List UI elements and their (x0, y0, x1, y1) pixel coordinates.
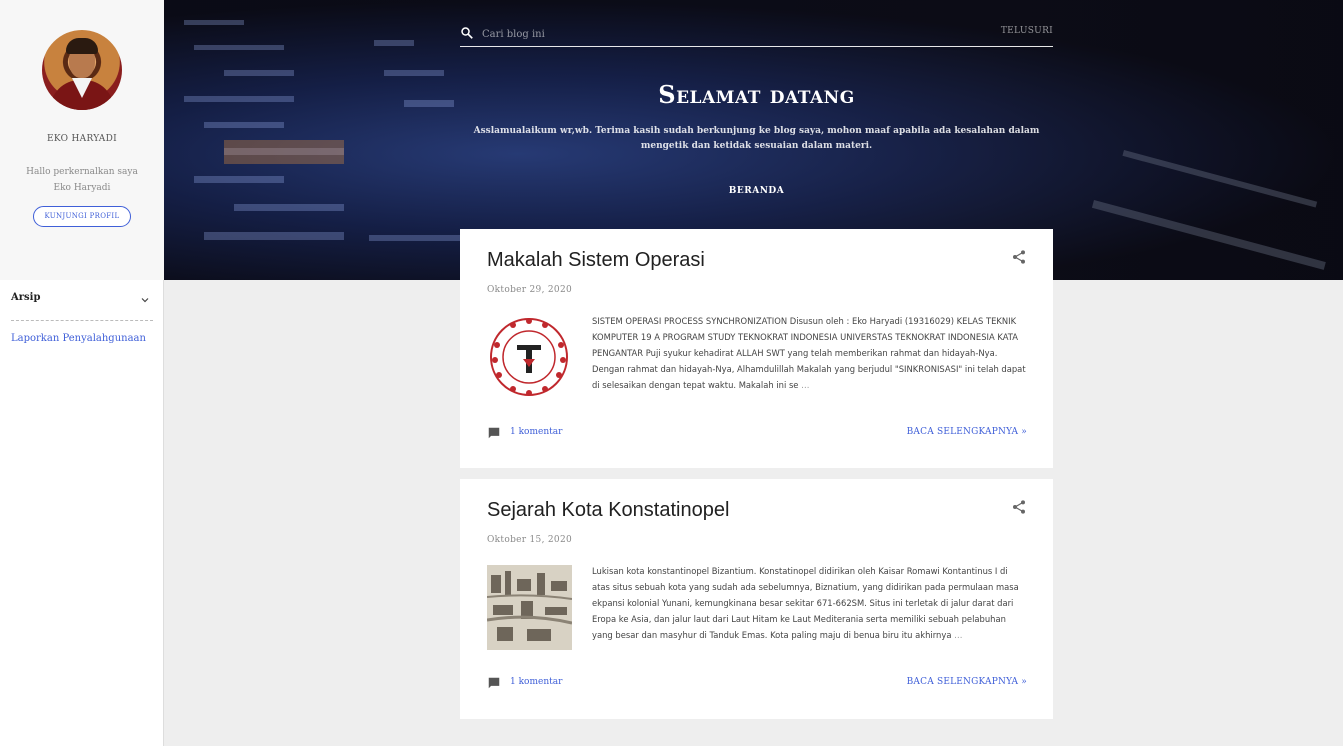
post-thumbnail[interactable] (487, 565, 572, 650)
search-button[interactable]: TELUSURI (1001, 26, 1053, 36)
chevron-down-icon[interactable] (139, 294, 151, 306)
visit-profile-button[interactable]: KUNJUNGI PROFIL (33, 206, 131, 227)
avatar[interactable] (42, 30, 122, 110)
sidebar: EKO HARYADI Hallo perkernalkan saya Eko … (0, 0, 164, 746)
report-abuse-link[interactable]: Laporkan Penyalahgunaan (11, 333, 146, 344)
search-bar: TELUSURI (460, 22, 1053, 47)
archive-toggle[interactable]: Arsip (11, 290, 153, 310)
post-date: Oktober 29, 2020 (487, 285, 572, 295)
blog-description: Asslamualaikum wr,wb. Terima kasih sudah… (473, 126, 1040, 151)
search-input[interactable] (480, 24, 944, 44)
share-icon[interactable] (1011, 249, 1027, 265)
blog-title: Selamat datang (658, 80, 855, 109)
post-date: Oktober 15, 2020 (487, 535, 572, 545)
search-icon[interactable] (460, 26, 474, 40)
post-title[interactable]: Sejarah Kota Konstatinopel (487, 499, 729, 522)
profile-description: Hallo perkernalkan saya Eko Haryadi (26, 167, 138, 193)
profile-section: EKO HARYADI Hallo perkernalkan saya Eko … (0, 0, 164, 280)
read-more-link[interactable]: BACA SELENGKAPNYA » (907, 427, 1027, 437)
comment-icon[interactable] (487, 426, 501, 440)
divider (11, 320, 153, 321)
comments-link[interactable]: 1 komentar (510, 427, 562, 437)
post-snippet: SISTEM OPERASI PROCESS SYNCHRONIZATION D… (592, 316, 1026, 390)
post-card: Sejarah Kota Konstatinopel Oktober 15, 2… (460, 479, 1053, 719)
read-more-link[interactable]: BACA SELENGKAPNYA » (907, 677, 1027, 687)
profile-name: EKO HARYADI (47, 134, 117, 144)
post-card: Makalah Sistem Operasi Oktober 29, 2020 … (460, 229, 1053, 468)
nav-home-link[interactable]: BERANDA (460, 186, 1053, 196)
comments-link[interactable]: 1 komentar (510, 677, 562, 687)
post-snippet: Lukisan kota konstantinopel Bizantium. K… (592, 566, 1019, 640)
archive-title: Arsip (11, 292, 41, 303)
post-title[interactable]: Makalah Sistem Operasi (487, 249, 705, 272)
comment-icon[interactable] (487, 676, 501, 690)
share-icon[interactable] (1011, 499, 1027, 515)
post-thumbnail[interactable] (487, 315, 572, 400)
